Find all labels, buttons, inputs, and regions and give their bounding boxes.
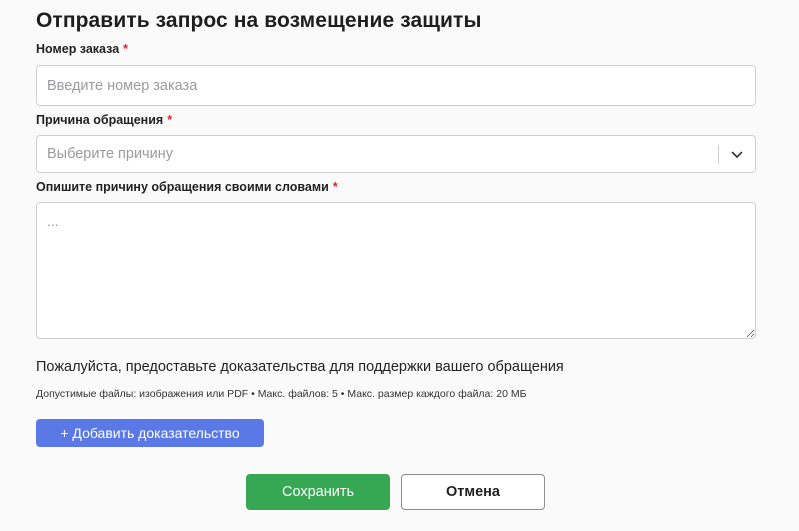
page-title: Отправить запрос на возмещение защиты bbox=[36, 9, 482, 32]
order-number-label: Номер заказа * bbox=[36, 42, 128, 56]
order-number-input[interactable] bbox=[36, 65, 756, 106]
required-asterisk: * bbox=[123, 42, 129, 56]
description-textarea[interactable] bbox=[36, 202, 756, 339]
required-asterisk: * bbox=[167, 113, 173, 127]
description-label-text: Опишите причину обращения своими словами bbox=[36, 180, 329, 194]
reason-label-text: Причина обращения bbox=[36, 113, 164, 127]
order-number-label-text: Номер заказа bbox=[36, 42, 120, 56]
reason-select[interactable]: Выберите причину bbox=[36, 135, 756, 173]
refund-request-form: Отправить запрос на возмещение защиты Но… bbox=[0, 0, 799, 531]
add-evidence-button[interactable]: + Добавить доказательство bbox=[36, 419, 264, 447]
save-button[interactable]: Сохранить bbox=[246, 474, 390, 510]
reason-label: Причина обращения * bbox=[36, 113, 172, 127]
cancel-button[interactable]: Отмена bbox=[401, 474, 545, 510]
description-label: Опишите причину обращения своими словами… bbox=[36, 180, 338, 194]
select-separator bbox=[718, 145, 719, 164]
chevron-down-icon[interactable] bbox=[730, 145, 744, 164]
required-asterisk: * bbox=[332, 180, 338, 194]
reason-select-placeholder: Выберите причину bbox=[47, 146, 173, 162]
file-requirements-hint: Допустимые файлы: изображения или PDF • … bbox=[36, 388, 527, 400]
evidence-instructions: Пожалуйста, предоставьте доказательства … bbox=[36, 359, 564, 375]
